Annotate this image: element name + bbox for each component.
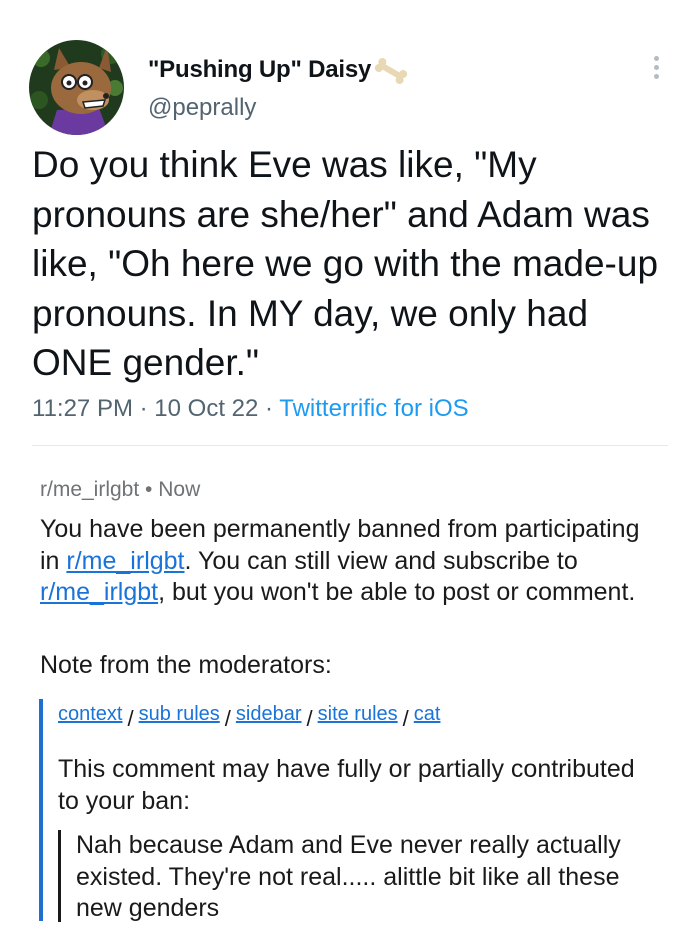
site-rules-link[interactable]: site rules (318, 703, 398, 725)
subreddit-name[interactable]: r/me_irlgbt (40, 478, 139, 501)
comment-quote-bar (58, 830, 61, 922)
link-separator: / (224, 706, 231, 731)
sidebar-link[interactable]: sidebar (236, 703, 302, 725)
subreddit-link[interactable]: r/me_irlgbt (40, 578, 158, 606)
tweet-meta: 11:27 PM · 10 Oct 22 · Twitterrific for … (32, 395, 469, 423)
subreddit-link[interactable]: r/me_irlgbt (66, 547, 184, 575)
tweet-time[interactable]: 11:27 PM (32, 395, 133, 422)
meta-separator: · (139, 395, 148, 422)
tweet-date[interactable]: 10 Oct 22 (154, 395, 258, 422)
cat-link[interactable]: cat (414, 703, 441, 725)
tweet-text: Do you think Eve was like, "My pronouns … (32, 144, 659, 383)
contribution-note: This comment may have fully or partially… (58, 755, 635, 815)
ban-text: . You can still view and subscribe to (184, 546, 578, 575)
header-bullet: • (145, 478, 153, 501)
link-separator: / (306, 706, 313, 731)
tweet-card: "Pushing Up" Daisy @peprally Do you thin… (0, 0, 700, 445)
message-header: r/me_irlgbt • Now (40, 478, 200, 502)
link-separator: / (127, 706, 134, 731)
context-link[interactable]: context (58, 703, 122, 725)
quoted-comment: Nah because Adam and Eve never really ac… (76, 831, 621, 922)
ban-message: You have been permanently banned from pa… (40, 514, 640, 609)
sub-rules-link[interactable]: sub rules (139, 703, 220, 725)
wolf-avatar-icon[interactable] (29, 40, 124, 135)
reddit-ban-message: r/me_irlgbt • Now You have been permanen… (0, 446, 700, 933)
bone-icon (368, 56, 414, 86)
moderator-links: context / sub rules / sidebar / site rules / cat (58, 700, 441, 731)
meta-separator: · (265, 395, 274, 422)
moderator-note-label: Note from the moderators: (40, 651, 332, 679)
message-time: Now (158, 478, 201, 501)
user-handle[interactable]: @peprally (148, 94, 256, 122)
ban-text: , but you won't be able to post or comme… (158, 578, 636, 606)
link-separator: / (402, 706, 409, 731)
quote-bar (39, 699, 43, 921)
display-name[interactable]: "Pushing Up" Daisy (148, 56, 371, 84)
more-vertical-icon[interactable] (646, 52, 666, 84)
tweet-source-link[interactable]: Twitterrific for iOS (279, 395, 468, 422)
